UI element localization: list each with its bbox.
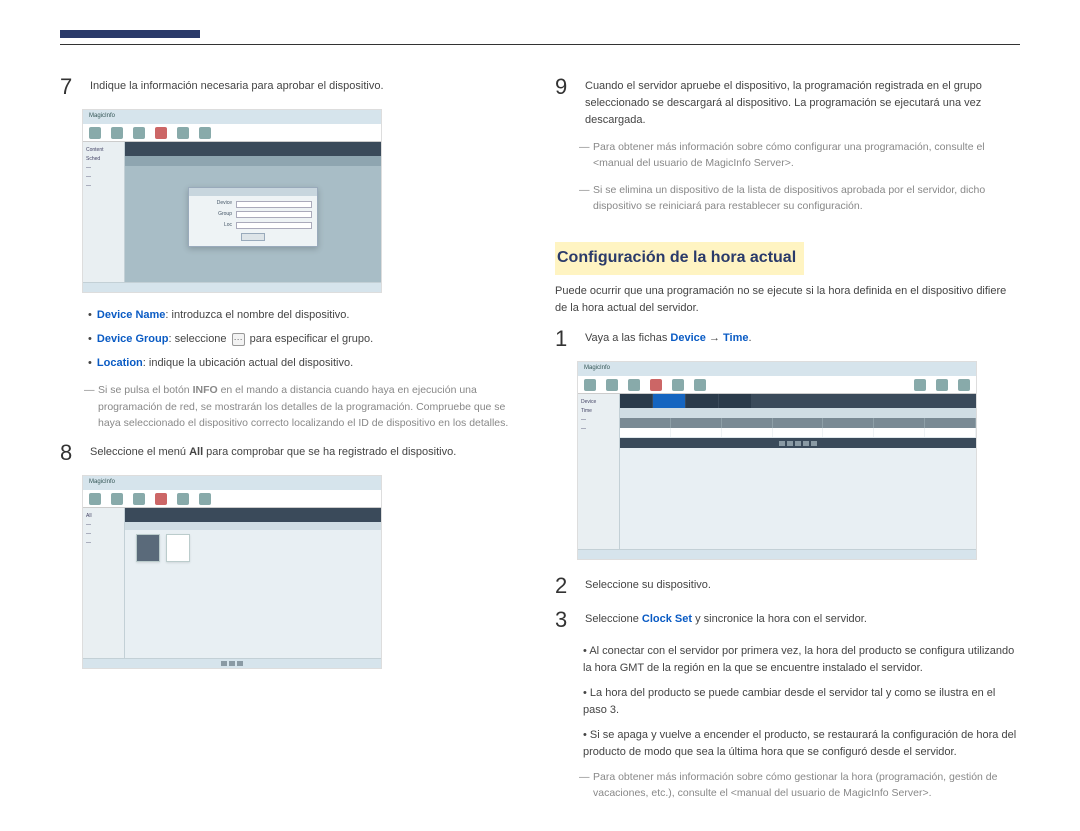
note-manual-ref: Para obtener más información sobre cómo … <box>579 139 1020 172</box>
sub-note-restore: Si se apaga y vuelve a encender el produ… <box>583 727 1020 761</box>
screenshot-toolbar <box>83 490 381 508</box>
device-fields-list: Device Name: introduzca el nombre del di… <box>88 307 525 372</box>
left-column: 7 Indique la información necesaria para … <box>60 75 525 811</box>
group-picker-icon: ⋯ <box>232 333 245 346</box>
sub-note-gmt: Al conectar con el servidor por primera … <box>583 643 1020 677</box>
step-2: 2 Seleccione su dispositivo. <box>555 574 1020 598</box>
right-column: 9 Cuando el servidor apruebe el disposit… <box>555 75 1020 811</box>
screenshot-body: ContentSched——— Device Group Loc <box>83 142 381 282</box>
step-number: 3 <box>555 608 573 632</box>
step-text: Seleccione Clock Set y sincronice la hor… <box>585 608 1020 632</box>
step-7: 7 Indique la información necesaria para … <box>60 75 525 99</box>
bullet-device-group: Device Group: seleccione ⋯ para especifi… <box>88 331 525 348</box>
screenshot-toolbar <box>83 124 381 142</box>
note-info-button: Si se pulsa el botón INFO en el mando a … <box>84 382 525 431</box>
header-rule <box>60 44 1020 45</box>
screenshot-toolbar <box>578 376 976 394</box>
bullet-location: Location: indique la ubicación actual de… <box>88 355 525 372</box>
step-text: Seleccione su dispositivo. <box>585 574 1020 598</box>
step-9: 9 Cuando el servidor apruebe el disposit… <box>555 75 1020 129</box>
step-text: Vaya a las fichas Device → Time. <box>585 327 1020 351</box>
step-text: Indique la información necesaria para ap… <box>90 75 525 99</box>
step-number: 2 <box>555 574 573 598</box>
screenshot-all-menu: MagicInfo All——— <box>82 475 382 669</box>
step-number: 9 <box>555 75 573 129</box>
step-number: 1 <box>555 327 573 351</box>
screenshot-header: MagicInfo <box>83 110 381 124</box>
note-device-removed: Si se elimina un dispositivo de la lista… <box>579 182 1020 215</box>
screenshot-device-time: MagicInfo DeviceTime—— <box>577 361 977 560</box>
step-text: Seleccione el menú All para comprobar qu… <box>90 441 525 465</box>
time-notes-list: Al conectar con el servidor por primera … <box>583 643 1020 761</box>
bullet-device-name: Device Name: introduzca el nombre del di… <box>88 307 525 324</box>
step-text: Cuando el servidor apruebe el dispositiv… <box>585 75 1020 129</box>
step-1: 1 Vaya a las fichas Device → Time. <box>555 327 1020 351</box>
step-number: 7 <box>60 75 78 99</box>
step-8: 8 Seleccione el menú All para comprobar … <box>60 441 525 465</box>
screenshot-header: MagicInfo <box>83 476 381 490</box>
section-title-time: Configuración de la hora actual <box>555 242 804 275</box>
step-3: 3 Seleccione Clock Set y sincronice la h… <box>555 608 1020 632</box>
screenshot-header: MagicInfo <box>578 362 976 376</box>
sub-note-change: La hora del producto se puede cambiar de… <box>583 685 1020 719</box>
approve-modal: Device Group Loc <box>188 187 318 247</box>
step-number: 8 <box>60 441 78 465</box>
note-time-manual: Para obtener más información sobre cómo … <box>579 769 1020 802</box>
section-intro: Puede ocurrir que una programación no se… <box>555 283 1020 317</box>
header-accent-bar <box>60 30 200 38</box>
screenshot-approve-device: MagicInfo ContentSched——— D <box>82 109 382 293</box>
